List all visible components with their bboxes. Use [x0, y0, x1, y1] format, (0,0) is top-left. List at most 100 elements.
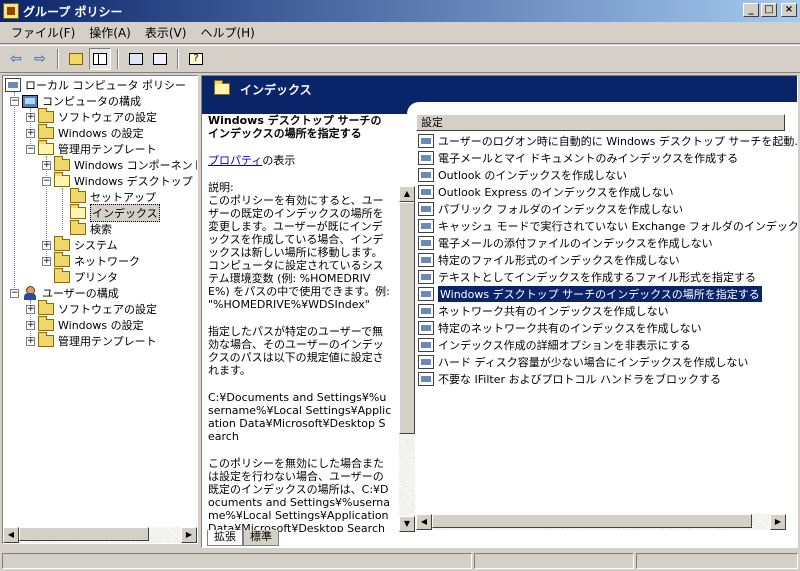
tree-horizontal-scrollbar[interactable]: ◀ ▶: [3, 527, 197, 543]
tree-item-printers[interactable]: プリンタ: [54, 268, 118, 285]
tree-item-setup[interactable]: セットアップ: [70, 188, 156, 205]
list-item[interactable]: 特定のファイル形式のインデックスを作成しない: [418, 251, 680, 268]
menu-action[interactable]: 操作(A): [82, 22, 138, 43]
description-panel: Windows デスクトップ サーチのインデックスの場所を指定する プロパティの…: [202, 114, 399, 532]
properties-link[interactable]: プロパティ: [208, 154, 262, 167]
list-item[interactable]: ネットワーク共有のインデックスを作成しない: [418, 302, 669, 319]
column-header-setting[interactable]: 設定: [416, 114, 785, 131]
header-decoration: [202, 102, 797, 114]
expand-icon[interactable]: +: [26, 128, 35, 138]
status-cell: [474, 553, 634, 569]
tree-pane: ローカル コンピュータ ポリシー − コンピュータの構成 + ソフトウェアの設定…: [2, 75, 198, 544]
forward-arrow-icon[interactable]: ⇨: [29, 48, 51, 70]
tree-item-software-settings[interactable]: + ソフトウェアの設定: [26, 108, 157, 125]
folder-icon: [54, 236, 70, 251]
tree-item-user-software-settings[interactable]: + ソフトウェアの設定: [26, 300, 157, 317]
list-item[interactable]: キャッシュ モードで実行されていない Exchange フォルダのインデックス…: [418, 217, 797, 234]
tree-item-local-policy[interactable]: ローカル コンピュータ ポリシー: [5, 77, 186, 93]
list-item[interactable]: ハード ディスク容量が少ない場合にインデックスを作成しない: [418, 353, 748, 370]
tree-item-user-windows-settings[interactable]: + Windows の設定: [26, 316, 144, 333]
description-paragraph: このポリシーを有効にすると、ユーザーの既定のインデックスの場所を変更します。ユー…: [208, 194, 390, 311]
policy-setting-icon: [418, 184, 434, 199]
tree-item-windows-settings[interactable]: + Windows の設定: [26, 124, 144, 141]
details-pane: インデックス Windows デスクトップ サーチのインデックスの場所を指定する…: [201, 75, 798, 548]
expand-icon[interactable]: +: [26, 320, 35, 330]
expand-icon[interactable]: +: [26, 304, 35, 314]
toolbar: ⇦ ⇨ ?: [0, 45, 800, 73]
menu-file[interactable]: ファイル(F): [4, 22, 82, 43]
tree-item-network[interactable]: + ネットワーク: [42, 252, 140, 269]
list-item[interactable]: 不要な IFilter およびプロトコル ハンドラをブロックする: [418, 370, 721, 387]
list-item[interactable]: パブリック フォルダのインデックスを作成しない: [418, 200, 683, 217]
collapse-icon[interactable]: −: [10, 288, 19, 298]
collapse-icon[interactable]: −: [26, 144, 35, 154]
expand-icon[interactable]: +: [42, 256, 51, 266]
list-item[interactable]: ユーザーのログオン時に自動的に Windows デスクトップ サーチを起動…: [418, 132, 797, 149]
scroll-thumb[interactable]: [19, 527, 149, 541]
tree-item-computer-config[interactable]: − コンピュータの構成: [10, 93, 141, 109]
close-button[interactable]: ×: [781, 3, 797, 17]
show-tree-icon[interactable]: [89, 48, 111, 70]
menu-view[interactable]: 表示(V): [138, 22, 194, 43]
policy-setting-icon: [418, 320, 434, 335]
description-paragraph: C:¥Documents and Settings¥%username%¥Loc…: [208, 391, 392, 443]
list-item[interactable]: 特定のネットワーク共有のインデックスを作成しない: [418, 319, 702, 336]
list-item[interactable]: 電子メールとマイ ドキュメントのみインデックスを作成する: [418, 149, 738, 166]
menu-help[interactable]: ヘルプ(H): [193, 22, 261, 43]
menu-bar: ファイル(F) 操作(A) 表示(V) ヘルプ(H): [0, 22, 800, 44]
folder-icon: [70, 188, 86, 203]
computer-icon: [22, 94, 38, 108]
scroll-thumb[interactable]: [399, 202, 415, 434]
tree-item-user-config[interactable]: − ユーザーの構成: [10, 285, 119, 301]
tree-item-admin-templates[interactable]: − 管理用テンプレート: [26, 140, 157, 157]
scroll-track[interactable]: [19, 527, 181, 543]
scroll-right-icon[interactable]: ▶: [770, 514, 786, 530]
toolbar-separator: [57, 49, 59, 69]
export-list-icon[interactable]: [149, 48, 171, 70]
list-item-selected[interactable]: Windows デスクトップ サーチのインデックスの場所を指定する: [418, 285, 762, 302]
list-item[interactable]: Outlook Express のインデックスを作成しない: [418, 183, 673, 200]
list-item[interactable]: Outlook のインデックスを作成しない: [418, 166, 627, 183]
policy-setting-icon: [418, 337, 434, 352]
user-icon: [22, 286, 38, 300]
scroll-thumb[interactable]: [432, 514, 752, 528]
scroll-track[interactable]: [432, 514, 770, 530]
list-item[interactable]: 電子メールの添付ファイルのインデックスを作成しない: [418, 234, 713, 251]
open-folder-icon: [38, 140, 54, 155]
folder-icon: [70, 220, 86, 235]
description-title: Windows デスクトップ サーチのインデックスの場所を指定する: [208, 114, 382, 140]
scroll-left-icon[interactable]: ◀: [3, 527, 19, 543]
description-scrollbar[interactable]: ▲ ▼: [399, 186, 415, 532]
status-cell: [2, 553, 472, 569]
tree-item-system[interactable]: + システム: [42, 236, 118, 253]
scroll-left-icon[interactable]: ◀: [416, 514, 432, 530]
tab-extended[interactable]: 拡張: [207, 530, 243, 546]
expand-icon[interactable]: +: [42, 240, 51, 250]
scroll-right-icon[interactable]: ▶: [181, 527, 197, 543]
collapse-icon[interactable]: −: [42, 176, 51, 186]
minimize-button[interactable]: _: [743, 3, 759, 17]
back-arrow-icon[interactable]: ⇦: [5, 48, 27, 70]
tree-item-windows-components[interactable]: + Windows コンポーネント: [42, 156, 197, 173]
tree-item-user-admin-templates[interactable]: + 管理用テンプレート: [26, 332, 157, 349]
list-item[interactable]: インデックス作成の詳細オプションを非表示にする: [418, 336, 691, 353]
scroll-up-icon[interactable]: ▲: [399, 186, 415, 202]
maximize-button[interactable]: □: [761, 3, 777, 17]
up-folder-icon[interactable]: [65, 48, 87, 70]
tree-item-desktop-search[interactable]: − Windows デスクトップ サ: [42, 172, 197, 189]
expand-icon[interactable]: +: [26, 112, 35, 122]
tree-item-indexing[interactable]: インデックス: [70, 204, 160, 222]
scroll-down-icon[interactable]: ▼: [399, 516, 415, 532]
settings-list: 設定 ユーザーのログオン時に自動的に Windows デスクトップ サーチを起動…: [416, 114, 797, 534]
tree-item-search[interactable]: 検索: [70, 220, 112, 237]
expand-icon[interactable]: +: [42, 160, 51, 170]
tab-standard[interactable]: 標準: [243, 530, 279, 546]
expand-icon[interactable]: +: [26, 336, 35, 346]
help-icon[interactable]: ?: [185, 48, 207, 70]
policy-setting-icon: [418, 303, 434, 318]
properties-icon[interactable]: [125, 48, 147, 70]
list-item[interactable]: テキストとしてインデックスを作成するファイル形式を指定する: [418, 268, 756, 285]
list-horizontal-scrollbar[interactable]: ◀ ▶: [416, 514, 786, 530]
collapse-icon[interactable]: −: [10, 96, 19, 106]
section-header: インデックス: [202, 76, 797, 102]
